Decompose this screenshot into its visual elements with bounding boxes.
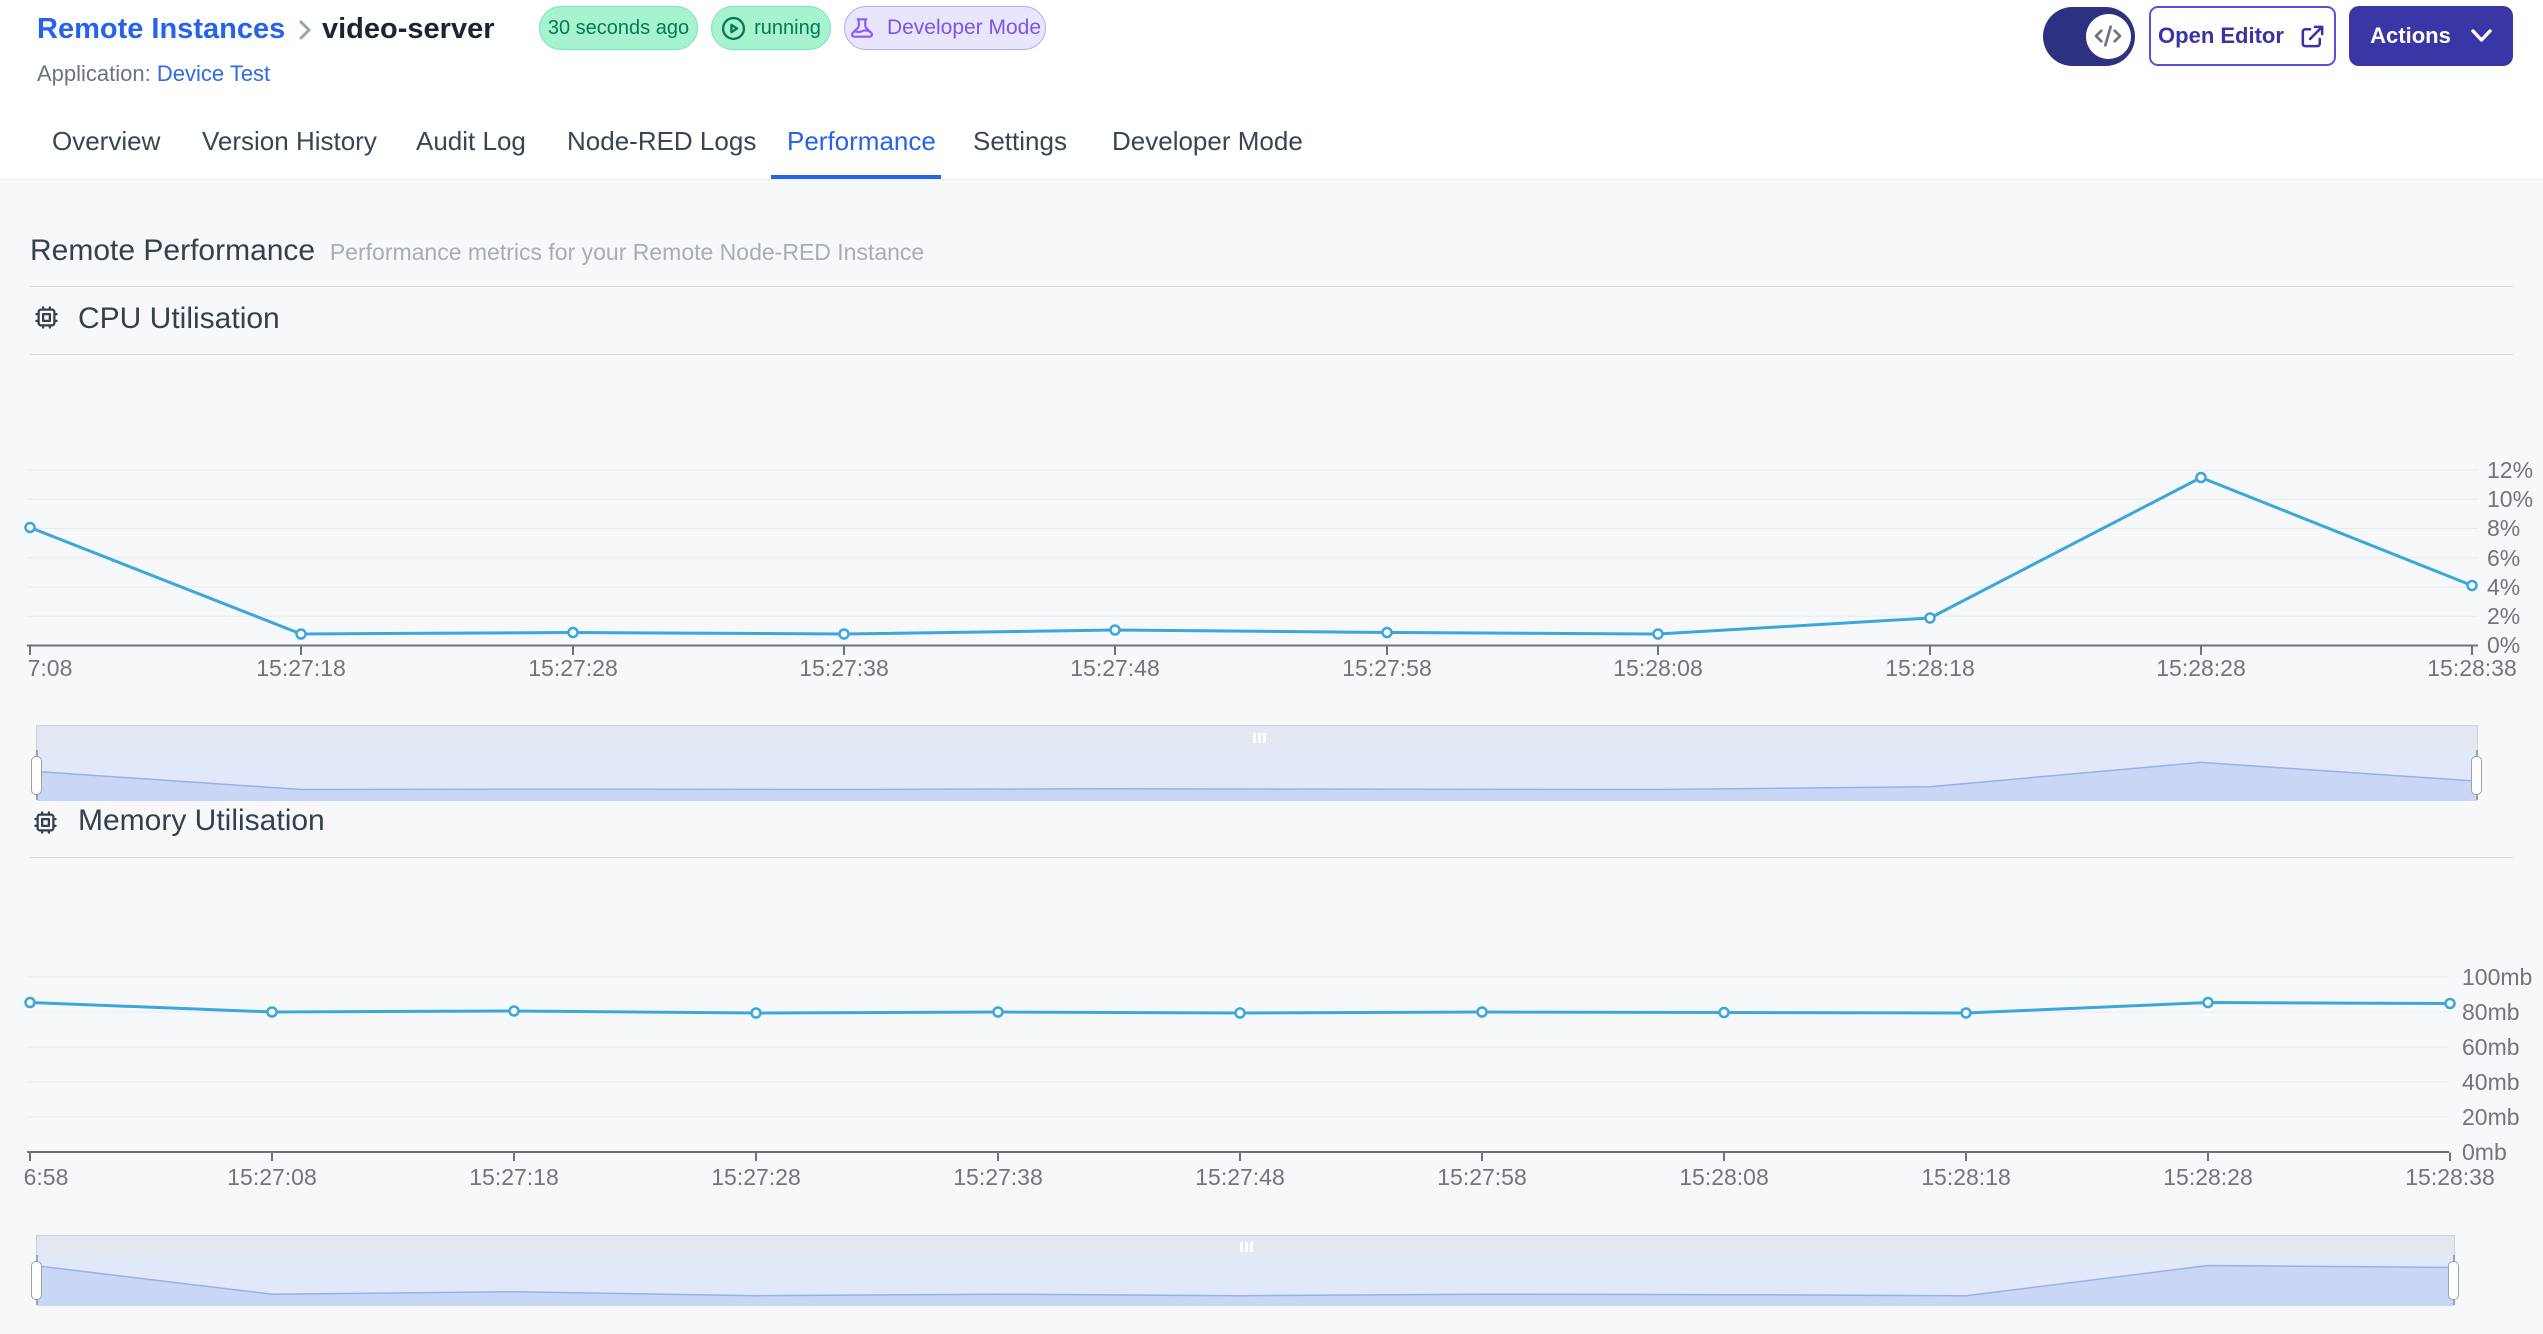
svg-text:15:27:18: 15:27:18 xyxy=(469,1164,559,1190)
svg-text:15:27:38: 15:27:38 xyxy=(799,655,889,681)
svg-text:12%: 12% xyxy=(2487,457,2533,483)
svg-text:15:27:48: 15:27:48 xyxy=(1195,1164,1285,1190)
svg-text:8%: 8% xyxy=(2487,515,2520,541)
svg-text:15:27:38: 15:27:38 xyxy=(953,1164,1043,1190)
svg-text:15:28:38: 15:28:38 xyxy=(2405,1164,2495,1190)
svg-text:10%: 10% xyxy=(2487,486,2533,512)
svg-text:100mb: 100mb xyxy=(2462,964,2532,990)
svg-text:2%: 2% xyxy=(2487,603,2520,629)
svg-text:15:28:28: 15:28:28 xyxy=(2163,1164,2253,1190)
svg-text:6:58: 6:58 xyxy=(24,1164,69,1190)
svg-text:15:28:38: 15:28:38 xyxy=(2427,655,2517,681)
svg-text:15:27:28: 15:27:28 xyxy=(711,1164,801,1190)
svg-text:15:27:58: 15:27:58 xyxy=(1437,1164,1527,1190)
svg-text:15:27:18: 15:27:18 xyxy=(256,655,346,681)
svg-text:15:28:18: 15:28:18 xyxy=(1921,1164,2011,1190)
svg-text:15:27:58: 15:27:58 xyxy=(1342,655,1432,681)
svg-text:15:27:08: 15:27:08 xyxy=(227,1164,317,1190)
svg-text:20mb: 20mb xyxy=(2462,1104,2520,1130)
svg-text:6%: 6% xyxy=(2487,545,2520,571)
svg-text:15:27:48: 15:27:48 xyxy=(1070,655,1160,681)
svg-text:0mb: 0mb xyxy=(2462,1139,2507,1165)
svg-text:15:27:28: 15:27:28 xyxy=(528,655,618,681)
svg-text:60mb: 60mb xyxy=(2462,1034,2520,1060)
svg-text:15:28:18: 15:28:18 xyxy=(1885,655,1975,681)
svg-text:4%: 4% xyxy=(2487,574,2520,600)
svg-text:15:28:28: 15:28:28 xyxy=(2156,655,2246,681)
svg-text:80mb: 80mb xyxy=(2462,999,2520,1025)
svg-text:15:28:08: 15:28:08 xyxy=(1679,1164,1769,1190)
svg-text:7:08: 7:08 xyxy=(28,655,73,681)
svg-text:15:28:08: 15:28:08 xyxy=(1613,655,1703,681)
svg-text:40mb: 40mb xyxy=(2462,1069,2520,1095)
